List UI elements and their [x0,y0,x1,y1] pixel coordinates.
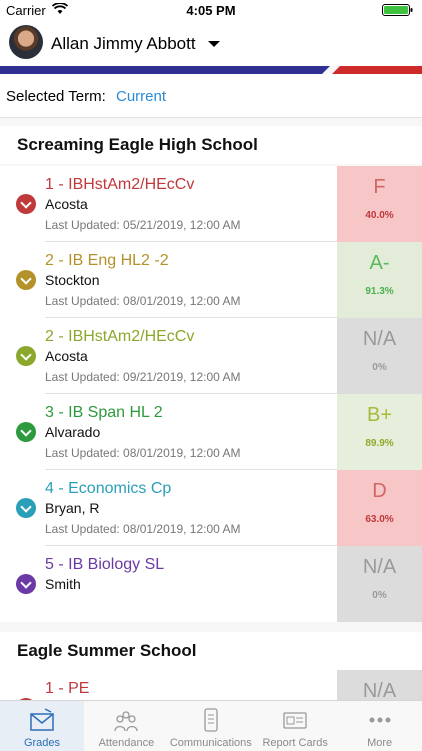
clock: 4:05 PM [186,3,236,18]
course-title: 2 - IB Eng HL2 -2 [45,252,169,269]
grade-percent: 63.0% [365,514,394,525]
school-header: Eagle Summer School [0,632,422,670]
grade-letter: B+ [366,404,393,426]
student-header[interactable]: Allan Jimmy Abbott [0,20,422,66]
course-title: 1 - PE [45,680,90,697]
course-title: 1 - IBHstAm2/HEcCv [45,176,195,193]
expand-chevron-icon[interactable] [16,194,36,214]
course-row[interactable]: 4 - Economics Cp Bryan, R Last Updated: 08… [0,470,422,546]
grade-letter: N/A [362,556,397,578]
school-name: Eagle Summer School [17,641,197,660]
course-title: 4 - Economics Cp [45,480,172,497]
attendance-icon [113,707,139,733]
course-row[interactable]: 1 - IBHstAm2/HEcCv Acosta Last Updated: 05… [0,166,422,242]
grade-box[interactable]: A- 91.3% [337,242,422,318]
tab-label: Attendance [98,737,155,749]
student-name[interactable]: Allan Jimmy Abbott [51,34,196,54]
communications-icon [198,707,224,733]
grade-percent: 0% [372,362,387,373]
tab-grades[interactable]: Grades [0,701,84,751]
tab-label: Communications [169,737,252,749]
grade-percent: 0% [372,590,387,601]
term-value-link[interactable]: Current [116,88,166,105]
expand-chevron-icon[interactable] [16,498,36,518]
header-stripe [0,66,422,74]
teacher-name: Bryan, R [45,500,100,516]
school-header: Screaming Eagle High School [0,126,422,164]
teacher-name: Acosta [45,196,88,212]
last-updated: Last Updated: 05/21/2019, 12:00 AM [45,218,241,232]
chevron-down-icon[interactable] [208,41,220,47]
tab-report-cards[interactable]: Report Cards [253,701,337,751]
tab-more[interactable]: More [338,701,422,751]
more-icon [367,707,393,733]
term-label: Selected Term: [6,88,106,105]
course-row[interactable]: 2 - IB Eng HL2 -2 Stockton Last Updated: 0… [0,242,422,318]
status-bar: Carrier 4:05 PM [0,0,422,20]
last-updated: Last Updated: 08/01/2019, 12:00 AM [45,446,241,460]
grade-percent: 89.9% [365,438,394,449]
teacher-name: Smith [45,576,81,592]
school-name: Screaming Eagle High School [17,135,258,154]
avatar [9,25,43,59]
term-selector[interactable]: Selected Term: Current [0,74,422,118]
last-updated: Last Updated: 09/21/2019, 12:00 AM [45,370,241,384]
expand-chevron-icon[interactable] [16,270,36,290]
grade-box[interactable]: N/A 0% [337,318,422,394]
grade-letter: A- [369,252,390,274]
grade-letter: F [373,176,386,198]
tab-bar: Grades Attendance Communications Report Car… [0,700,422,751]
course-row[interactable]: 5 - IB Biology SL Smith N/A 0% [0,546,422,622]
teacher-name: Acosta [45,348,88,364]
tab-label: Grades [23,737,61,749]
grade-letter: N/A [362,328,397,350]
battery-icon [382,4,413,16]
course-title: 5 - IB Biology SL [45,556,165,573]
grade-box[interactable]: N/A 0% [337,546,422,622]
course-title: 2 - IBHstAm2/HEcCv [45,328,195,345]
last-updated: Last Updated: 08/01/2019, 12:00 AM [45,294,241,308]
report-cards-icon [282,707,308,733]
expand-chevron-icon[interactable] [16,574,36,594]
grade-box[interactable]: B+ 89.9% [337,394,422,470]
tab-communications[interactable]: Communications [169,701,253,751]
teacher-name: Alvarado [45,424,101,440]
tab-attendance[interactable]: Attendance [84,701,168,751]
course-row[interactable]: 3 - IB Span HL 2 Alvarado Last Updated: 08… [0,394,422,470]
teacher-name: Stockton [45,272,100,288]
tab-label: More [367,737,393,749]
grade-letter: D [372,480,387,502]
grade-percent: 40.0% [365,210,394,221]
course-row[interactable]: 2 - IBHstAm2/HEcCv Acosta Last Updated: 09… [0,318,422,394]
grade-box[interactable]: D 63.0% [337,470,422,546]
last-updated: Last Updated: 08/01/2019, 12:00 AM [45,522,241,536]
course-title: 3 - IB Span HL 2 [45,404,163,421]
grades-icon [29,707,55,733]
expand-chevron-icon[interactable] [16,346,36,366]
tab-label: Report Cards [262,737,328,749]
grade-box[interactable]: F 40.0% [337,166,422,242]
grade-percent: 91.3% [365,286,394,297]
expand-chevron-icon[interactable] [16,422,36,442]
